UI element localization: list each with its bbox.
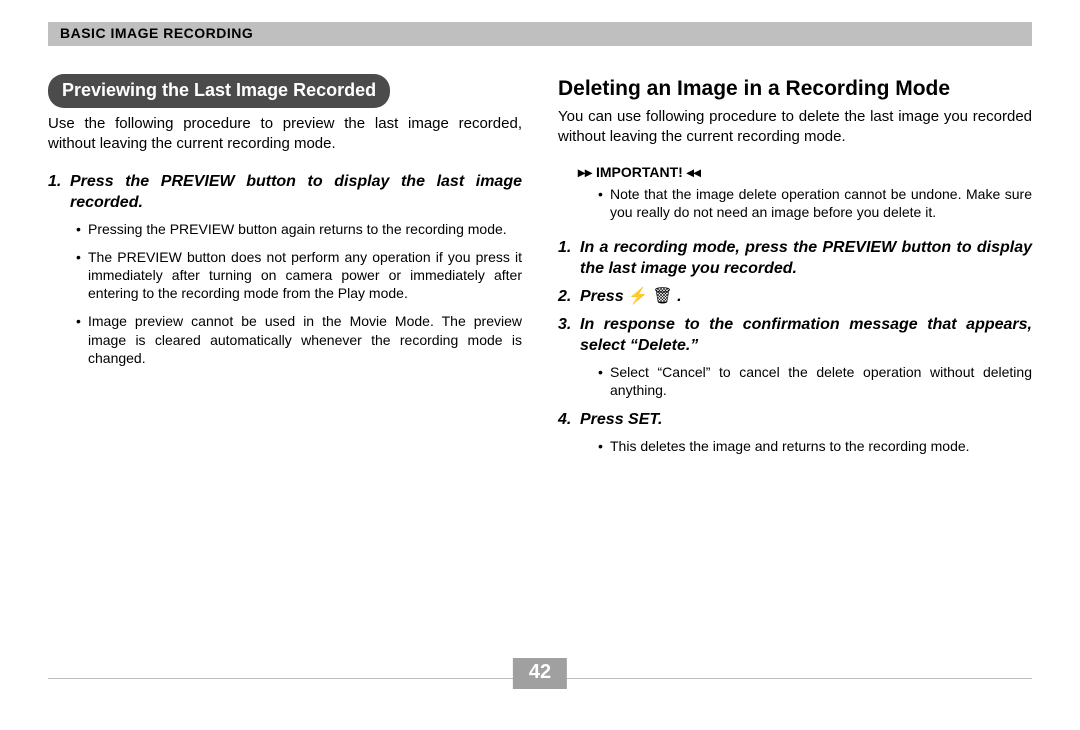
step-text: In response to the confirmation message … <box>580 314 1032 357</box>
bullet-dot: • <box>598 185 610 203</box>
important-note: • Note that the image delete operation c… <box>598 185 1032 221</box>
bullet-dot: • <box>598 363 610 381</box>
bullet-item: • Select “Cancel” to cancel the delete o… <box>598 363 1032 399</box>
left-column: Previewing the Last Image Recorded Use t… <box>48 74 522 650</box>
step-text: Press the PREVIEW button to display the … <box>70 171 522 214</box>
important-note-text: Note that the image delete operation can… <box>610 185 1032 221</box>
important-label: ▸▸ IMPORTANT! ◂◂ <box>578 164 1032 181</box>
deleting-title: Deleting an Image in a Recording Mode <box>558 77 1032 101</box>
arrows-left-icon: ◂◂ <box>687 164 701 180</box>
page-footer: 42 <box>48 658 1032 692</box>
step-text: Press SET. <box>580 409 1032 431</box>
deleting-intro: You can use following procedure to delet… <box>558 107 1032 148</box>
right-step-2: 2. Press ⚡ 🗑 . <box>558 286 1032 308</box>
previewing-intro: Use the following procedure to preview t… <box>48 114 522 155</box>
step-number: 4. <box>558 409 580 431</box>
bullet-item: • The PREVIEW button does not perform an… <box>76 248 522 303</box>
bullet-dot: • <box>598 437 610 455</box>
right-column: Deleting an Image in a Recording Mode Yo… <box>558 74 1032 650</box>
bullet-dot: • <box>76 312 88 330</box>
right-step-1: 1. In a recording mode, press the PREVIE… <box>558 237 1032 280</box>
step-number: 1. <box>48 171 70 193</box>
section-header: BASIC IMAGE RECORDING <box>48 22 1032 46</box>
arrows-right-icon: ▸▸ <box>578 164 592 180</box>
bullet-item: • Image preview cannot be used in the Mo… <box>76 312 522 367</box>
important-text: IMPORTANT! <box>596 164 683 180</box>
bullet-text: The PREVIEW button does not perform any … <box>88 248 522 303</box>
trash-icon: 🗑 <box>652 288 672 305</box>
bullet-text: Image preview cannot be used in the Movi… <box>88 312 522 367</box>
step-number: 1. <box>558 237 580 259</box>
flash-icon: ⚡ <box>628 288 648 305</box>
content: Previewing the Last Image Recorded Use t… <box>48 74 1032 650</box>
right-step-4: 4. Press SET. <box>558 409 1032 431</box>
step-number: 3. <box>558 314 580 336</box>
right-step-3: 3. In response to the confirmation messa… <box>558 314 1032 357</box>
bullet-item: • Pressing the PREVIEW button again retu… <box>76 220 522 238</box>
step-number: 2. <box>558 286 580 308</box>
left-step-1: 1. Press the PREVIEW button to display t… <box>48 171 522 214</box>
bullet-text: Pressing the PREVIEW button again return… <box>88 220 522 238</box>
bullet-item: • This deletes the image and returns to … <box>598 437 1032 455</box>
bullet-dot: • <box>76 220 88 238</box>
previewing-title: Previewing the Last Image Recorded <box>48 74 390 108</box>
bullet-text: Select “Cancel” to cancel the delete ope… <box>610 363 1032 399</box>
page-number: 42 <box>513 658 567 689</box>
bullet-dot: • <box>76 248 88 266</box>
bullet-text: This deletes the image and returns to th… <box>610 437 1032 455</box>
section-header-text: BASIC IMAGE RECORDING <box>60 25 253 41</box>
step-text: Press ⚡ 🗑 . <box>580 286 1032 308</box>
step-text: In a recording mode, press the PREVIEW b… <box>580 237 1032 280</box>
